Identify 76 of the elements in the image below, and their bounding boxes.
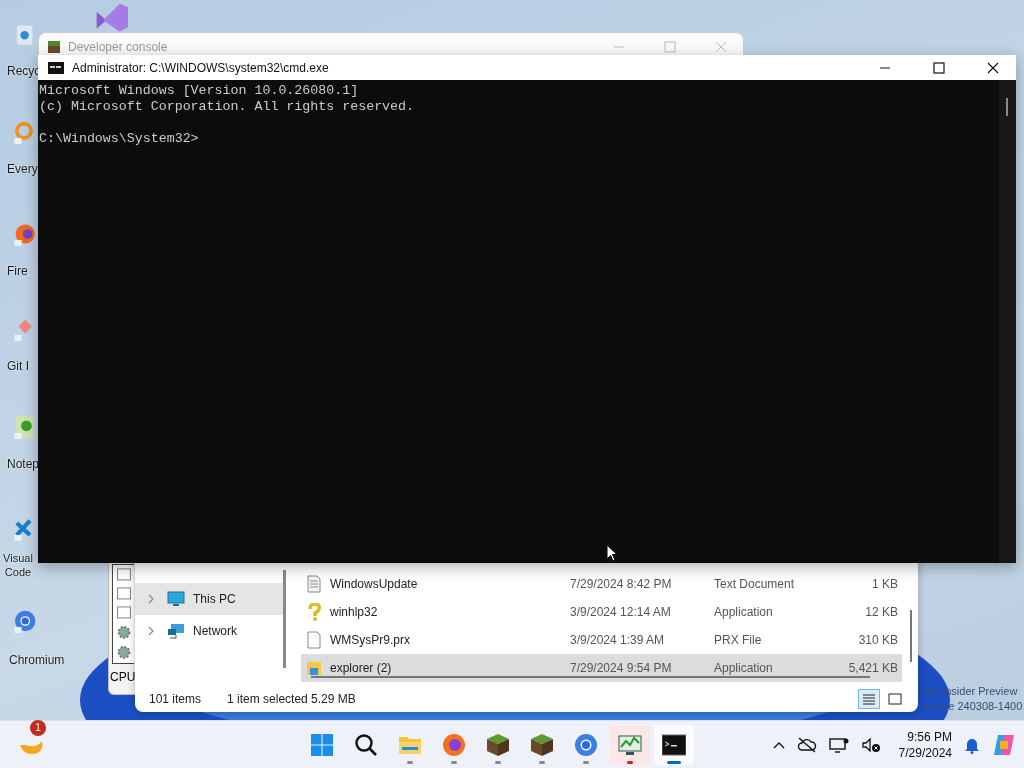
file-name: WindowsUpdate (330, 577, 419, 591)
console-prompt: C:\Windows\System32> (39, 131, 199, 146)
terminal-icon (662, 732, 686, 757)
help-file-icon (306, 603, 322, 621)
icon-label: Fire (7, 264, 28, 278)
file-size: 310 KB (857, 633, 898, 647)
network-icon (167, 623, 185, 639)
maximize-icon (933, 61, 945, 74)
status-text: 1 item selected 5.29 MB (227, 692, 356, 706)
console-line: (c) Microsoft Corporation. All rights reserved. (39, 99, 415, 114)
file-type: Application (714, 661, 774, 675)
square-icon[interactable] (116, 568, 132, 581)
file-row[interactable]: explorer (2) 7/29/2024 9:54 PM Application 5,421 KB (301, 654, 902, 682)
folder-app-icon (306, 659, 322, 677)
display-icon[interactable] (828, 736, 849, 753)
icon-label: Git I (7, 359, 29, 373)
start-icon (310, 732, 334, 757)
file-date: 3/9/2024 12:14 AM (570, 605, 672, 619)
file-type: Application (714, 605, 774, 619)
file-row[interactable]: winhlp32 3/9/2024 12:14 AM Application 12 KB (301, 598, 902, 626)
square-icon[interactable] (116, 586, 132, 600)
copilot-icon[interactable] (992, 732, 1016, 757)
tab[interactable]: CPU (110, 670, 135, 684)
file-type: Text Document (714, 577, 796, 591)
speaker-muted-icon[interactable] (860, 736, 881, 753)
text-file-icon (306, 575, 322, 593)
file-date: 7/29/2024 8:42 PM (570, 577, 673, 591)
chevron-icon[interactable] (147, 594, 155, 604)
close-icon[interactable] (715, 41, 727, 53)
square-icon[interactable] (116, 605, 132, 619)
chevron-up-icon[interactable] (772, 740, 785, 749)
status-text: 101 items (149, 692, 202, 706)
chevron-icon[interactable] (147, 626, 155, 636)
icon-label: Every (7, 162, 38, 176)
file-icon (306, 631, 322, 649)
file-size: 12 KB (864, 605, 898, 619)
window-title: Administrator: C:\WINDOWS\system32\cmd.exe (72, 60, 329, 75)
nav-item[interactable]: This PC (135, 583, 283, 615)
notification-badge: 1 (30, 719, 46, 736)
file-name: winhlp32 (330, 605, 379, 619)
search-icon (354, 732, 378, 757)
nav-item[interactable]: Network (135, 615, 283, 647)
taskbar-button[interactable] (654, 724, 694, 765)
icon-label: Notep (7, 457, 40, 471)
monitor-chart-icon (618, 732, 642, 757)
window-title: Developer console (68, 40, 168, 54)
file-date: 3/9/2024 1:39 AM (570, 633, 666, 647)
magnifier-icon[interactable] (12, 120, 36, 144)
grass-block-icon (530, 732, 554, 757)
cloud-off-icon[interactable] (796, 736, 817, 753)
details-view-button[interactable] (858, 689, 880, 709)
file-date: 7/29/2024 9:54 PM (570, 661, 673, 675)
icon-label: Visual Code (2, 551, 34, 579)
clock[interactable]: 9:56 PM 7/29/2024 (898, 728, 952, 761)
file-row[interactable]: WindowsUpdate 7/29/2024 8:42 PM Text Document 1 KB (301, 570, 902, 598)
list-icon (862, 693, 876, 705)
file-name: WMSysPr9.prx (330, 633, 411, 647)
terminal-icon (48, 61, 64, 74)
close-icon (987, 61, 999, 74)
gear-icon[interactable] (116, 645, 132, 660)
gear-icon[interactable] (116, 624, 132, 640)
grass-block-icon (47, 40, 61, 54)
file-size: 1 KB (871, 577, 898, 591)
file-type: PRX File (714, 633, 763, 647)
scrollbar-thumb[interactable] (1006, 98, 1008, 116)
file-row[interactable]: WMSysPr9.prx 3/9/2024 1:39 AM PRX File 310 KB (301, 626, 902, 654)
file-name: explorer (2) (330, 661, 393, 675)
scrollbar[interactable] (311, 676, 870, 678)
grass-block-icon (486, 732, 510, 757)
file-size: 5,421 KB (847, 661, 898, 675)
scrollbar[interactable] (910, 610, 912, 662)
icon-label: Chromium (9, 653, 65, 667)
monitor-icon (167, 591, 185, 607)
notepad-icon[interactable] (12, 415, 36, 439)
square-icon (888, 693, 902, 705)
console-line: Microsoft Windows [Version 10.0.26080.1] (39, 83, 359, 98)
